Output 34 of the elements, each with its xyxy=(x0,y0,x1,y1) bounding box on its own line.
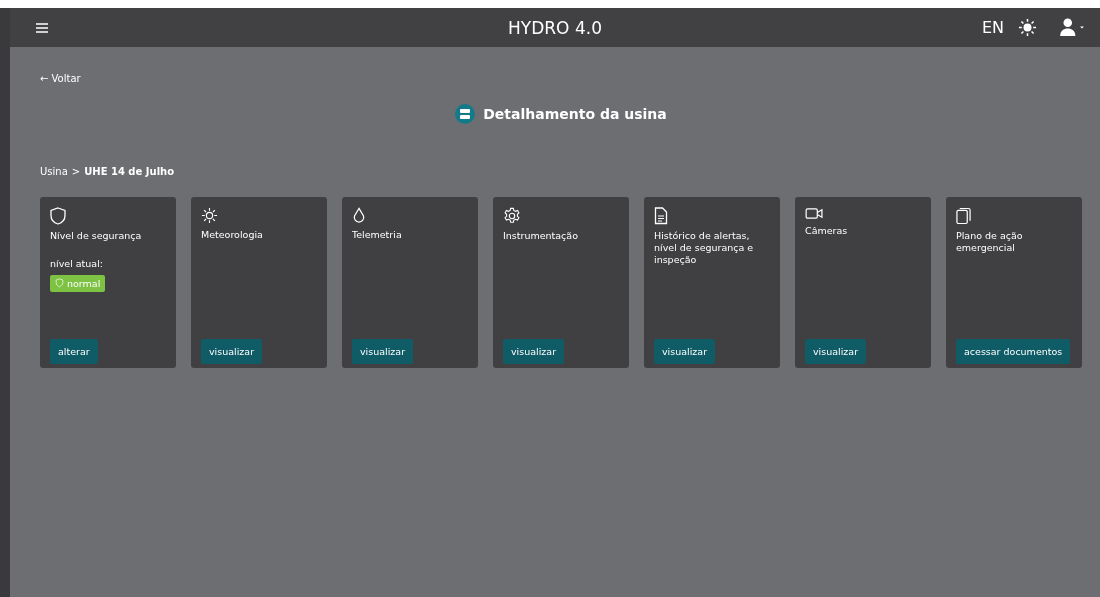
breadcrumb-separator: > xyxy=(71,166,81,177)
back-link[interactable]: ← Voltar xyxy=(40,73,81,84)
card-button[interactable]: visualizar xyxy=(352,339,414,364)
user-menu-icon[interactable] xyxy=(1059,18,1086,37)
status-badge: normal xyxy=(50,274,106,292)
sun-icon xyxy=(201,207,218,224)
card-button[interactable]: acessar documentos xyxy=(956,339,1071,364)
card-title: Plano de ação emergencial xyxy=(956,230,1024,254)
card-button[interactable]: visualizar xyxy=(805,339,867,364)
language-button[interactable]: EN xyxy=(981,18,1004,37)
card-button[interactable]: visualizar xyxy=(201,339,263,364)
app-title: HYDRO 4.0 xyxy=(508,17,602,38)
page-title: Detalhamento da usina xyxy=(483,106,667,122)
card-title: Instrumentação xyxy=(503,230,578,242)
card-title: Telemetria xyxy=(352,229,402,241)
card-title: Câmeras xyxy=(805,225,848,237)
status-label: nível atual: xyxy=(50,257,103,269)
menu-icon[interactable] xyxy=(36,22,48,33)
shield-icon xyxy=(50,207,66,225)
card-button[interactable]: visualizar xyxy=(503,339,565,364)
server-icon xyxy=(455,104,476,124)
card-title: Nível de segurança xyxy=(50,230,142,242)
card-title: Meteorologia xyxy=(201,229,263,241)
gear-icon xyxy=(503,207,521,225)
card-title: Histórico de alertas, nível de segurança e inspeção xyxy=(654,230,755,266)
copy-icon xyxy=(956,207,971,225)
theme-sun-icon[interactable] xyxy=(1018,18,1037,37)
video-camera-icon xyxy=(805,207,824,220)
breadcrumb-current: UHE 14 de Julho xyxy=(84,166,175,177)
breadcrumb-link[interactable]: Usina xyxy=(40,166,68,177)
card-button[interactable]: visualizar xyxy=(654,339,716,364)
document-icon xyxy=(654,207,668,225)
card-button[interactable]: alterar xyxy=(50,339,98,364)
drop-icon xyxy=(352,207,366,224)
